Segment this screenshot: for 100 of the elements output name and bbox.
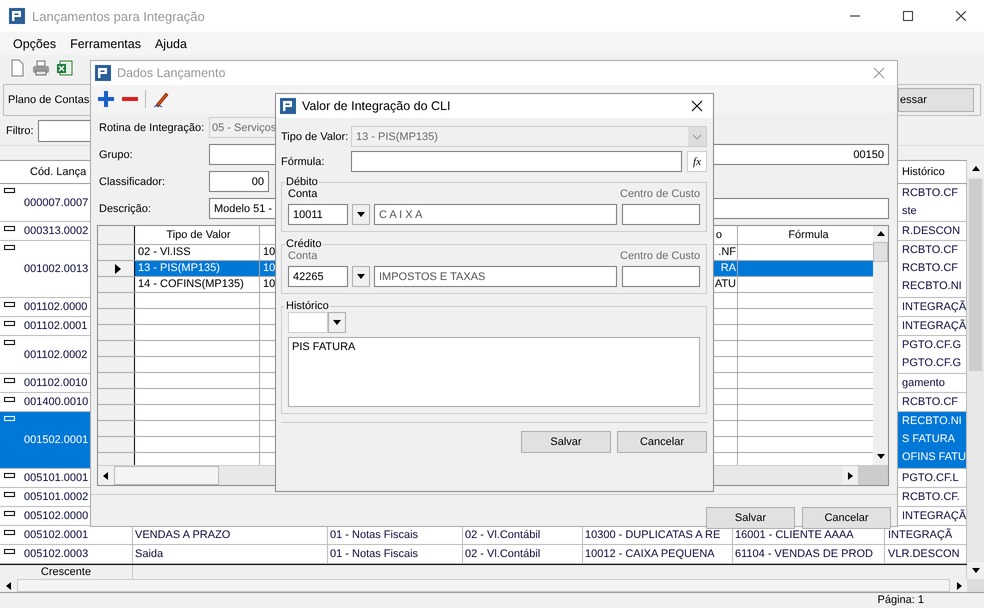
table-cell: RCBTO.CF <box>902 187 958 199</box>
table-cell: INTEGRAÇÃ <box>902 510 966 522</box>
input-field[interactable] <box>288 312 328 333</box>
table-cell: 10012 - CAIXA PEQUENA <box>585 548 715 560</box>
row-marker-icon <box>4 492 15 497</box>
scroll-up-icon[interactable] <box>970 164 980 174</box>
row-marker-icon <box>4 226 15 231</box>
grid-cell: RA <box>720 262 736 274</box>
table-cell: gamento <box>902 377 945 389</box>
table-cell: INTEGRAÇÃ <box>902 320 966 332</box>
app-logo-icon <box>280 98 296 114</box>
window-title: Dados Lançamento <box>117 66 226 80</box>
table-cell: PGTO.CF.L <box>902 472 959 484</box>
dialog-button[interactable]: Cancelar <box>617 431 707 453</box>
field-label: Descrição: <box>99 202 152 214</box>
table-cell: 01 - Notas Fiscais <box>330 529 418 541</box>
panel-button[interactable]: essar <box>898 88 974 112</box>
menu-item[interactable]: Opções <box>13 36 56 50</box>
grid-cell: 02 - Vl.ISS <box>138 246 191 258</box>
row-header-cell <box>98 437 135 452</box>
row-marker-icon <box>4 530 15 535</box>
table-cell: RECBTO.NI <box>902 415 962 427</box>
menu-item[interactable]: Ferramentas <box>70 36 141 50</box>
grid-cell: 10 <box>263 246 276 258</box>
table-cell: 001102.0002 <box>24 348 88 360</box>
scroll-down-icon[interactable] <box>970 566 980 576</box>
grid-cell: 13 - PIS(MP135) <box>138 262 220 274</box>
row-header-cell <box>98 389 135 404</box>
table-cell: RCBTO.CF <box>902 396 958 408</box>
table-cell: 005102.0000 <box>24 510 88 522</box>
chevron-down-icon <box>692 134 702 140</box>
grid-cell: 10 <box>263 262 276 274</box>
table-cell: 01 - Notas Fiscais <box>330 548 418 560</box>
scroll-right-icon[interactable] <box>845 470 855 480</box>
row-header-cell <box>98 293 135 308</box>
pencil-icon[interactable] <box>152 90 170 108</box>
dropdown-button[interactable] <box>328 312 346 333</box>
row-marker-icon <box>4 549 15 554</box>
input-field[interactable]: 10011 <box>288 204 348 225</box>
table-cell: 02 - Vl.Contábil <box>465 529 540 541</box>
table-cell: 005102.0003 <box>24 548 88 560</box>
menu-item[interactable]: Ajuda <box>154 36 187 50</box>
field-label: Fórmula: <box>281 156 326 168</box>
field-label: Rotina de Integração: <box>99 122 206 134</box>
input-field[interactable] <box>622 266 700 287</box>
app-logo-icon <box>9 8 25 24</box>
input-field[interactable]: 00 <box>209 171 269 192</box>
scroll-up-icon[interactable] <box>876 229 886 239</box>
table-cell: RECBTO.NI <box>902 280 962 292</box>
table-cell: 02 - Vl.Contábil <box>465 548 540 560</box>
table-cell: RCBTO.CF <box>902 244 958 256</box>
window-title: Valor de Integração do CLI <box>302 99 450 113</box>
field-label: Conta <box>288 250 318 264</box>
row-header-cell <box>98 325 135 340</box>
table-cell: 16001 - CLIENTE AAAA <box>735 529 854 541</box>
close-icon[interactable] <box>956 11 966 21</box>
caret-icon[interactable] <box>332 318 342 328</box>
table-cell: RCBTO.CF <box>902 262 958 274</box>
input-field[interactable] <box>622 204 700 225</box>
dropdown-button[interactable] <box>352 266 370 287</box>
row-header-cell <box>98 226 135 244</box>
column-header: Fórmula <box>788 229 829 241</box>
caret-icon[interactable] <box>356 210 366 220</box>
row-header-cell <box>98 373 135 388</box>
table-cell: OFINS FATU <box>902 451 966 463</box>
table-cell: ste <box>902 205 917 217</box>
dialog-button[interactable]: Cancelar <box>802 507 891 529</box>
table-cell: PGTO.CF.G <box>902 357 962 369</box>
dialog-button[interactable]: Salvar <box>706 507 795 529</box>
table-cell: 005102.0001 <box>24 529 88 541</box>
table-cell: VENDAS A PRAZO <box>135 529 230 541</box>
input-field[interactable] <box>351 151 682 172</box>
input-field[interactable]: C A I X A <box>374 204 617 225</box>
grid-cell: ATU <box>714 278 736 290</box>
field-label: Grupo: <box>99 148 134 160</box>
dropdown-button[interactable] <box>352 204 370 225</box>
filter-label: Filtro: <box>6 124 34 136</box>
table-cell: 10300 - DUPLICATAS A RE <box>585 529 720 541</box>
table-cell: RCBTO.CF. <box>902 491 960 503</box>
column-header: Tipo de Valor <box>166 229 231 241</box>
text-area[interactable]: PIS FATURA <box>288 337 700 407</box>
add-icon[interactable] <box>97 90 115 108</box>
row-marker-icon <box>4 397 15 402</box>
row-marker-icon <box>4 511 15 516</box>
window-title: Lançamentos para Integração <box>32 8 205 24</box>
row-marker-icon <box>4 188 15 193</box>
caret-icon[interactable] <box>356 272 366 282</box>
printer-icon[interactable] <box>32 59 50 77</box>
close-icon[interactable] <box>691 100 703 112</box>
dialog-button[interactable]: Salvar <box>521 431 611 453</box>
maximize-icon[interactable] <box>903 11 913 21</box>
input-field[interactable]: 42265 <box>288 266 348 287</box>
field-label: Centro de Custo <box>620 188 700 202</box>
input-field[interactable]: IMPOSTOS E TAXAS <box>374 266 617 287</box>
scroll-left-icon[interactable] <box>101 470 111 480</box>
spreadsheet-icon[interactable] <box>56 59 74 77</box>
formula-button[interactable]: fx <box>687 151 707 172</box>
table-cell: INTEGRAÇÃ <box>888 529 952 541</box>
table-cell: 001102.0000 <box>24 301 88 313</box>
row-marker-icon <box>4 378 15 383</box>
